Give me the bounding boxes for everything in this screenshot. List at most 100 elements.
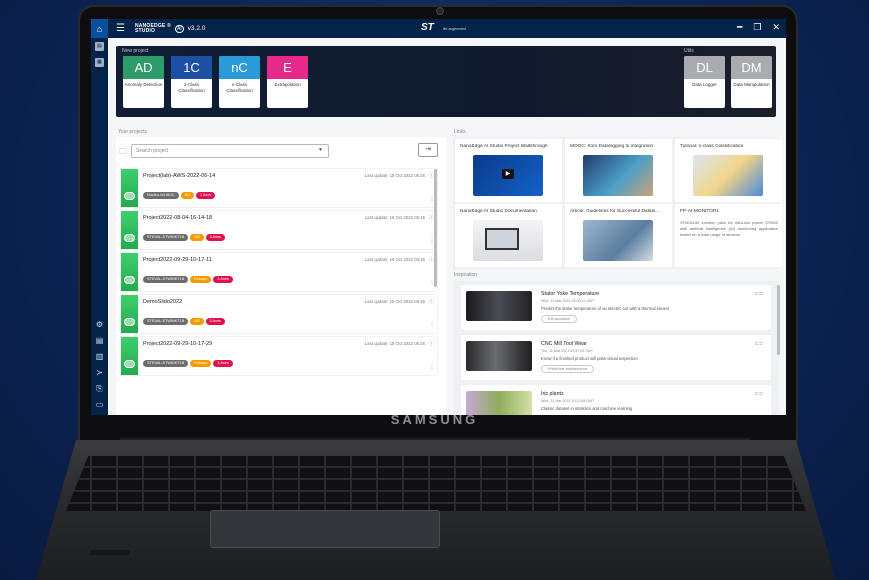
axes-tag: 3 Axes: [213, 360, 233, 367]
project-card[interactable]: Project2022-08-04-16-14-18 Last update: …: [121, 211, 437, 249]
document-icon[interactable]: ▤: [95, 336, 104, 345]
link-icon[interactable]: ⊂⊃: [755, 391, 763, 397]
tile-data-logger[interactable]: DL Data Logger: [684, 56, 725, 108]
link-title: NanoEdge AI Studio Documentation: [460, 209, 537, 214]
board-tag: STEVAL-STWINKT1B: [143, 318, 189, 325]
close-icon[interactable]: ✕: [772, 22, 780, 33]
project-color-stripe: [121, 295, 138, 333]
link-icon[interactable]: ⊂⊃: [755, 291, 763, 297]
settings-icon[interactable]: ⚙: [95, 320, 104, 329]
project-card[interactable]: Project2022-09-29-10-17-29 Last update: …: [121, 337, 437, 375]
links-section-label: Links: [454, 129, 466, 135]
play-icon[interactable]: ▶: [502, 169, 514, 179]
document-list-icon[interactable]: ▥: [95, 352, 104, 361]
project-card[interactable]: Project2022-09-29-10-17-11 Last update: …: [121, 253, 437, 291]
link-card[interactable]: MOOC: from Datalogging to integration: [565, 139, 672, 202]
more-options-icon[interactable]: · · ·: [431, 278, 433, 288]
st-logo: ST: [421, 22, 434, 33]
chevron-down-icon[interactable]: ▼: [318, 147, 323, 153]
tile-1class-classification[interactable]: 1C 1-Class Classification: [171, 56, 212, 108]
tile-data-manipulation[interactable]: DM Data Manipulation: [731, 56, 772, 108]
side-port: [90, 550, 130, 555]
link-title: FP-AI-MONITOR1: [680, 209, 720, 214]
import-project-button[interactable]: ⇥: [418, 143, 438, 157]
home-icon[interactable]: ⌂: [91, 19, 108, 38]
more-options-icon[interactable]: · · ·: [431, 320, 433, 330]
inspiration-card[interactable]: CNC Mill Tool Wear Thu, 11 Mar 2021 09:3…: [461, 335, 771, 380]
more-options-icon[interactable]: · · ·: [431, 236, 433, 246]
project-last-update: Last update: 18 Oct 2022 05:45: [364, 299, 425, 304]
project-avatar: [124, 234, 135, 242]
tile-abbr: DM: [731, 56, 772, 79]
link-card[interactable]: Tutorial: n-class Classification: [675, 139, 782, 202]
info-icon[interactable]: ⓘ: [429, 340, 434, 347]
inspiration-date: Thu, 11 Mar 2021 09:37:23 GMT: [541, 349, 594, 353]
category-chip: Predictive maintenance: [541, 365, 595, 373]
project-search-input[interactable]: Search project ▼: [131, 144, 329, 158]
sidebar-benchmark-icon[interactable]: ▦: [95, 58, 104, 67]
tile-label: n-Class Classification: [226, 82, 253, 93]
project-name: Project2022-09-29-10-17-11: [143, 257, 212, 263]
restore-icon[interactable]: ❐: [753, 22, 761, 33]
tile-label: Anomaly Detection: [124, 82, 163, 87]
new-project-label: New project: [122, 48, 149, 54]
terminal-icon[interactable]: ≻: [95, 368, 104, 377]
board-tag: STEVAL-STWINKT1B: [143, 276, 189, 283]
inspiration-card[interactable]: Iris plants Wed, 31 Mar 2021 10:11:08 GM…: [461, 385, 771, 415]
project-last-update: Last update: 18 Oct 2022 05:45: [364, 173, 425, 178]
projects-scrollbar[interactable]: [434, 169, 437, 287]
inspiration-description: Classic dataset in statistics and machin…: [541, 406, 633, 411]
type-tag: Extrapo: [190, 276, 212, 283]
inspiration-date: Wed, 31 Mar 2021 10:11:08 GMT: [541, 399, 595, 403]
inspiration-thumbnail: [466, 391, 532, 415]
tile-label: Extrapolation: [274, 82, 301, 87]
folder-icon[interactable]: ▭: [95, 400, 104, 409]
project-last-update: Last update: 18 Oct 2022 05:45: [364, 215, 425, 220]
project-name: Project2022-08-04-16-14-18: [143, 215, 213, 221]
inspiration-date: Wed, 31 Mar 2021 08:00:11 GMT: [541, 299, 595, 303]
inspiration-section-label: Inspiration: [454, 272, 478, 278]
webcam: [436, 7, 444, 15]
type-tag: AD: [190, 234, 204, 241]
link-card[interactable]: FP-AI-MONITOR1 STM32Lite function pack f…: [675, 204, 782, 267]
hamburger-menu-icon[interactable]: ☰: [116, 23, 125, 34]
link-card[interactable]: NanoEdge AI Studio Project Walkthrough ▶: [455, 139, 562, 202]
tile-nclass-classification[interactable]: nC n-Class Classification: [219, 56, 260, 108]
inspiration-scrollbar[interactable]: [777, 285, 780, 355]
tile-extrapolation[interactable]: E Extrapolation: [267, 56, 308, 108]
ai-badge: AI: [174, 24, 184, 33]
project-avatar: [124, 276, 135, 284]
axes-tag: 3 Axes: [205, 318, 225, 325]
link-card[interactable]: Article: Guidelines for Successful Datal…: [565, 204, 672, 267]
title-bar: ⌂ ☰ NANOEDGE ® STUDIO AI v3.2.0 ST life.…: [91, 19, 786, 38]
inspiration-title: Iris plants: [541, 391, 564, 397]
project-last-update: Last update: 18 Oct 2022 05:45: [364, 341, 425, 346]
utils-label: Utils: [684, 48, 694, 54]
inspiration-card[interactable]: Stator Yoke Temperature Wed, 31 Mar 2021…: [461, 285, 771, 330]
app-version: v3.2.0: [187, 25, 206, 32]
sidebar-projects-icon[interactable]: ▤: [95, 42, 104, 51]
axes-tag: 3 Axes: [205, 234, 225, 241]
more-options-icon[interactable]: · · ·: [431, 362, 433, 372]
project-card[interactable]: DemoSlido2022 Last update: 18 Oct 2022 0…: [121, 295, 437, 333]
link-title: NanoEdge AI Studio Project Walkthrough: [460, 144, 548, 149]
more-options-icon[interactable]: · · ·: [431, 194, 433, 204]
link-title: Article: Guidelines for Successful Datal…: [570, 209, 660, 214]
file-export-icon[interactable]: ⎘: [95, 384, 104, 393]
axes-tag: 3 Axes: [213, 276, 233, 283]
link-title: MOOC: from Datalogging to integration: [570, 144, 654, 149]
project-card[interactable]: Project(lab)-AWS-2022-06-14 Last update:…: [121, 169, 437, 207]
tile-abbr: nC: [219, 56, 260, 79]
app-title-line2: STUDIO: [134, 27, 156, 34]
tile-abbr: AD: [123, 56, 164, 79]
keyboard: [66, 456, 806, 511]
link-icon[interactable]: ⊂⊃: [755, 341, 763, 347]
link-title: Tutorial: n-class Classification: [680, 144, 744, 149]
tile-anomaly-detection[interactable]: AD Anomaly Detection: [123, 56, 164, 108]
link-card[interactable]: NanoEdge AI Studio Documentation: [455, 204, 562, 267]
project-color-stripe: [121, 211, 138, 249]
image-thumbnail: [473, 220, 543, 261]
minimize-icon[interactable]: ━: [737, 22, 742, 33]
info-icon[interactable]: ⓘ: [429, 298, 434, 305]
project-color-stripe: [121, 169, 138, 207]
